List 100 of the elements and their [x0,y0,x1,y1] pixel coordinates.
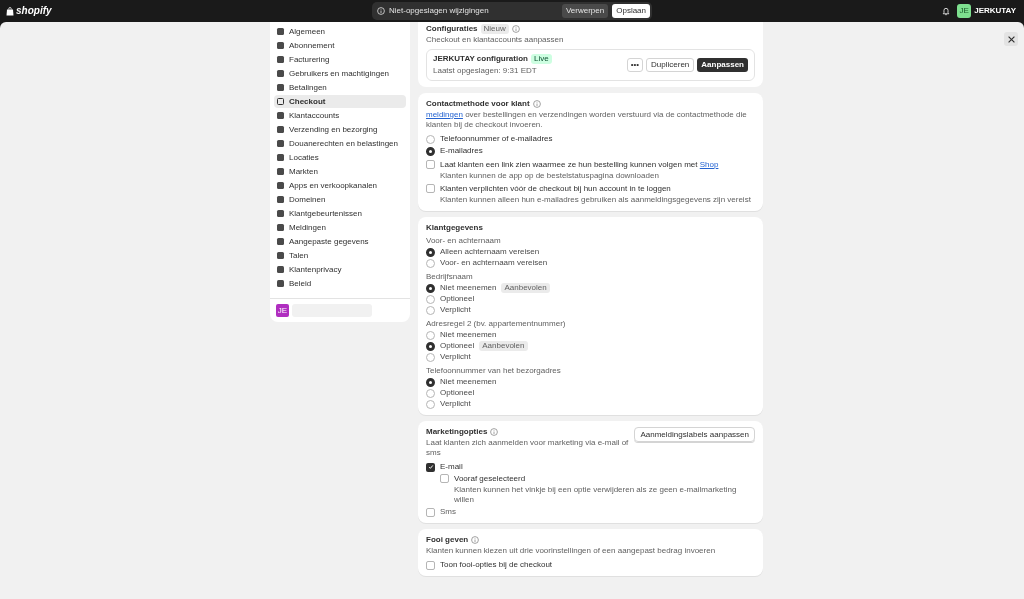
checkbox[interactable] [426,160,435,169]
more-button[interactable]: ••• [626,58,644,72]
checkbox-hint: Klanten kunnen de app op de bestelstatuspagina downloaden [440,171,660,181]
sidebar-item[interactable]: Klantenprivacy [274,263,406,276]
close-icon [1007,35,1015,43]
square-icon [277,196,284,203]
checkbox[interactable] [426,507,435,517]
sidebar-label: Verzending en bezorging [289,124,378,135]
store-name[interactable]: JERKUTAY [974,6,1016,16]
sidebar-label: Betalingen [289,82,327,93]
bell-icon[interactable] [942,6,951,16]
radio-button[interactable] [426,341,435,351]
radio-button[interactable] [426,247,435,257]
square-icon [277,98,284,105]
checkbox[interactable] [440,474,449,483]
radio-button[interactable] [426,305,435,315]
sidebar-label: Talen [289,250,309,261]
card-subtitle: Laat klanten zich aanmelden voor marketing via e-mail of sms [426,438,630,458]
sidebar-label: Douanerechten en belastingen [289,138,398,149]
sidebar-item[interactable]: Facturering [274,53,406,66]
recommended-badge: Aanbevolen [501,283,550,293]
checkbox-label: Laat klanten een link zien waarmee ze hun bestelling kunnen volgen met Shop [440,160,719,170]
shopping-bag-icon [6,6,14,16]
store-avatar[interactable]: JE [276,304,289,317]
edit-labels-button[interactable]: Aanmeldingslabels aanpassen [634,427,755,442]
notifications-link[interactable]: meldingen [426,110,463,119]
configuration-name: JERKUTAY configuration [433,54,528,64]
sidebar-item[interactable]: Apps en verkoopkanalen [274,179,406,192]
sidebar-item[interactable]: Douanerechten en belastingen [274,137,406,150]
radio-button[interactable] [426,146,435,156]
radio-button[interactable] [426,352,435,362]
sidebar-item[interactable]: Checkout [274,95,406,108]
radio-button[interactable] [426,388,435,398]
square-icon [277,182,284,189]
sidebar-item[interactable]: Aangepaste gegevens [274,235,406,248]
card-title: Klantgegevens [426,223,484,233]
sidebar-label: Beleid [289,278,312,289]
sidebar-label: Apps en verkoopkanalen [289,180,378,191]
sidebar-item[interactable]: Meldingen [274,221,406,234]
square-icon [277,238,284,245]
sidebar-label: Facturering [289,54,330,65]
sidebar-item[interactable]: Klantgebeurtenissen [274,207,406,220]
sidebar-item[interactable]: Beleid [274,277,406,290]
sidebar-item[interactable]: Algemeen [274,25,406,38]
sidebar-label: Markten [289,166,318,177]
sidebar-item[interactable]: Klantaccounts [274,109,406,122]
sidebar-label: Algemeen [289,26,326,37]
card-subtitle: Checkout en klantaccounts aanpassen [426,35,565,45]
checkbox[interactable] [426,184,435,193]
checkbox[interactable] [426,560,435,570]
sidebar-item[interactable]: Abonnement [274,39,406,52]
radio-button[interactable] [426,377,435,387]
duplicate-button[interactable]: Dupliceren [646,58,695,72]
info-icon [490,428,499,436]
radio-label: E-mailadres [440,146,483,156]
sidebar-item[interactable]: Gebruikers en machtigingen [274,67,406,80]
radio-label: Alleen achternaam vereisen [440,247,540,257]
radio-button[interactable] [426,283,435,293]
warning-icon [377,7,385,15]
radio-button[interactable] [426,330,435,340]
radio-button[interactable] [426,294,435,304]
checkbox-label: E-mail [440,462,463,472]
radio-button[interactable] [426,399,435,409]
sidebar-label: Domeinen [289,194,326,205]
sidebar-item[interactable]: Verzending en bezorging [274,123,406,136]
last-saved-text: Laatst opgeslagen: 9:31 EDT [433,66,538,76]
checkbox-label: Klanten verplichten vóór de checkout bij hun account in te loggen [440,184,672,194]
group-label: Telefoonnummer van het bezorgadres [426,366,562,376]
square-icon [277,224,284,231]
sidebar-label: Klantgebeurtenissen [289,208,362,219]
save-button[interactable]: Opslaan [612,4,650,18]
sidebar-label: Abonnement [289,40,335,51]
sidebar-item[interactable]: Betalingen [274,81,406,94]
sidebar-item[interactable]: Talen [274,249,406,262]
square-icon [277,168,284,175]
recommended-badge: Aanbevolen [479,341,528,351]
close-button[interactable] [1004,32,1018,46]
square-icon [277,112,284,119]
unsaved-changes-text: Niet-opgeslagen wijzigingen [389,6,490,16]
group-label: Adresregel 2 (bv. appartementnummer) [426,319,567,329]
radio-button[interactable] [426,134,435,144]
radio-label: Optioneel [440,341,475,351]
square-icon [277,252,284,259]
radio-label: Verplicht [440,305,471,315]
discard-button[interactable]: Verwerpen [561,4,609,18]
checkbox-hint: Klanten kunnen het vinkje bij een optie verwijderen als ze geen e-mailmarketing willen [454,485,738,505]
sidebar-label: Aangepaste gegevens [289,236,369,247]
sidebar-label: Checkout [289,96,326,107]
card-title: Marketingopties [426,427,488,437]
customize-button[interactable]: Aanpassen [697,58,748,72]
card-title: Contactmethode voor klant [426,99,530,109]
radio-label: Niet meenemen [440,330,497,340]
checkbox[interactable] [426,462,435,472]
sidebar-item[interactable]: Markten [274,165,406,178]
sidebar-item[interactable]: Locaties [274,151,406,164]
sidebar-item[interactable]: Domeinen [274,193,406,206]
shop-link[interactable]: Shop [699,160,719,169]
radio-button[interactable] [426,258,435,268]
sidebar-label: Klantenprivacy [289,264,342,275]
store-avatar[interactable]: JE [957,4,972,18]
